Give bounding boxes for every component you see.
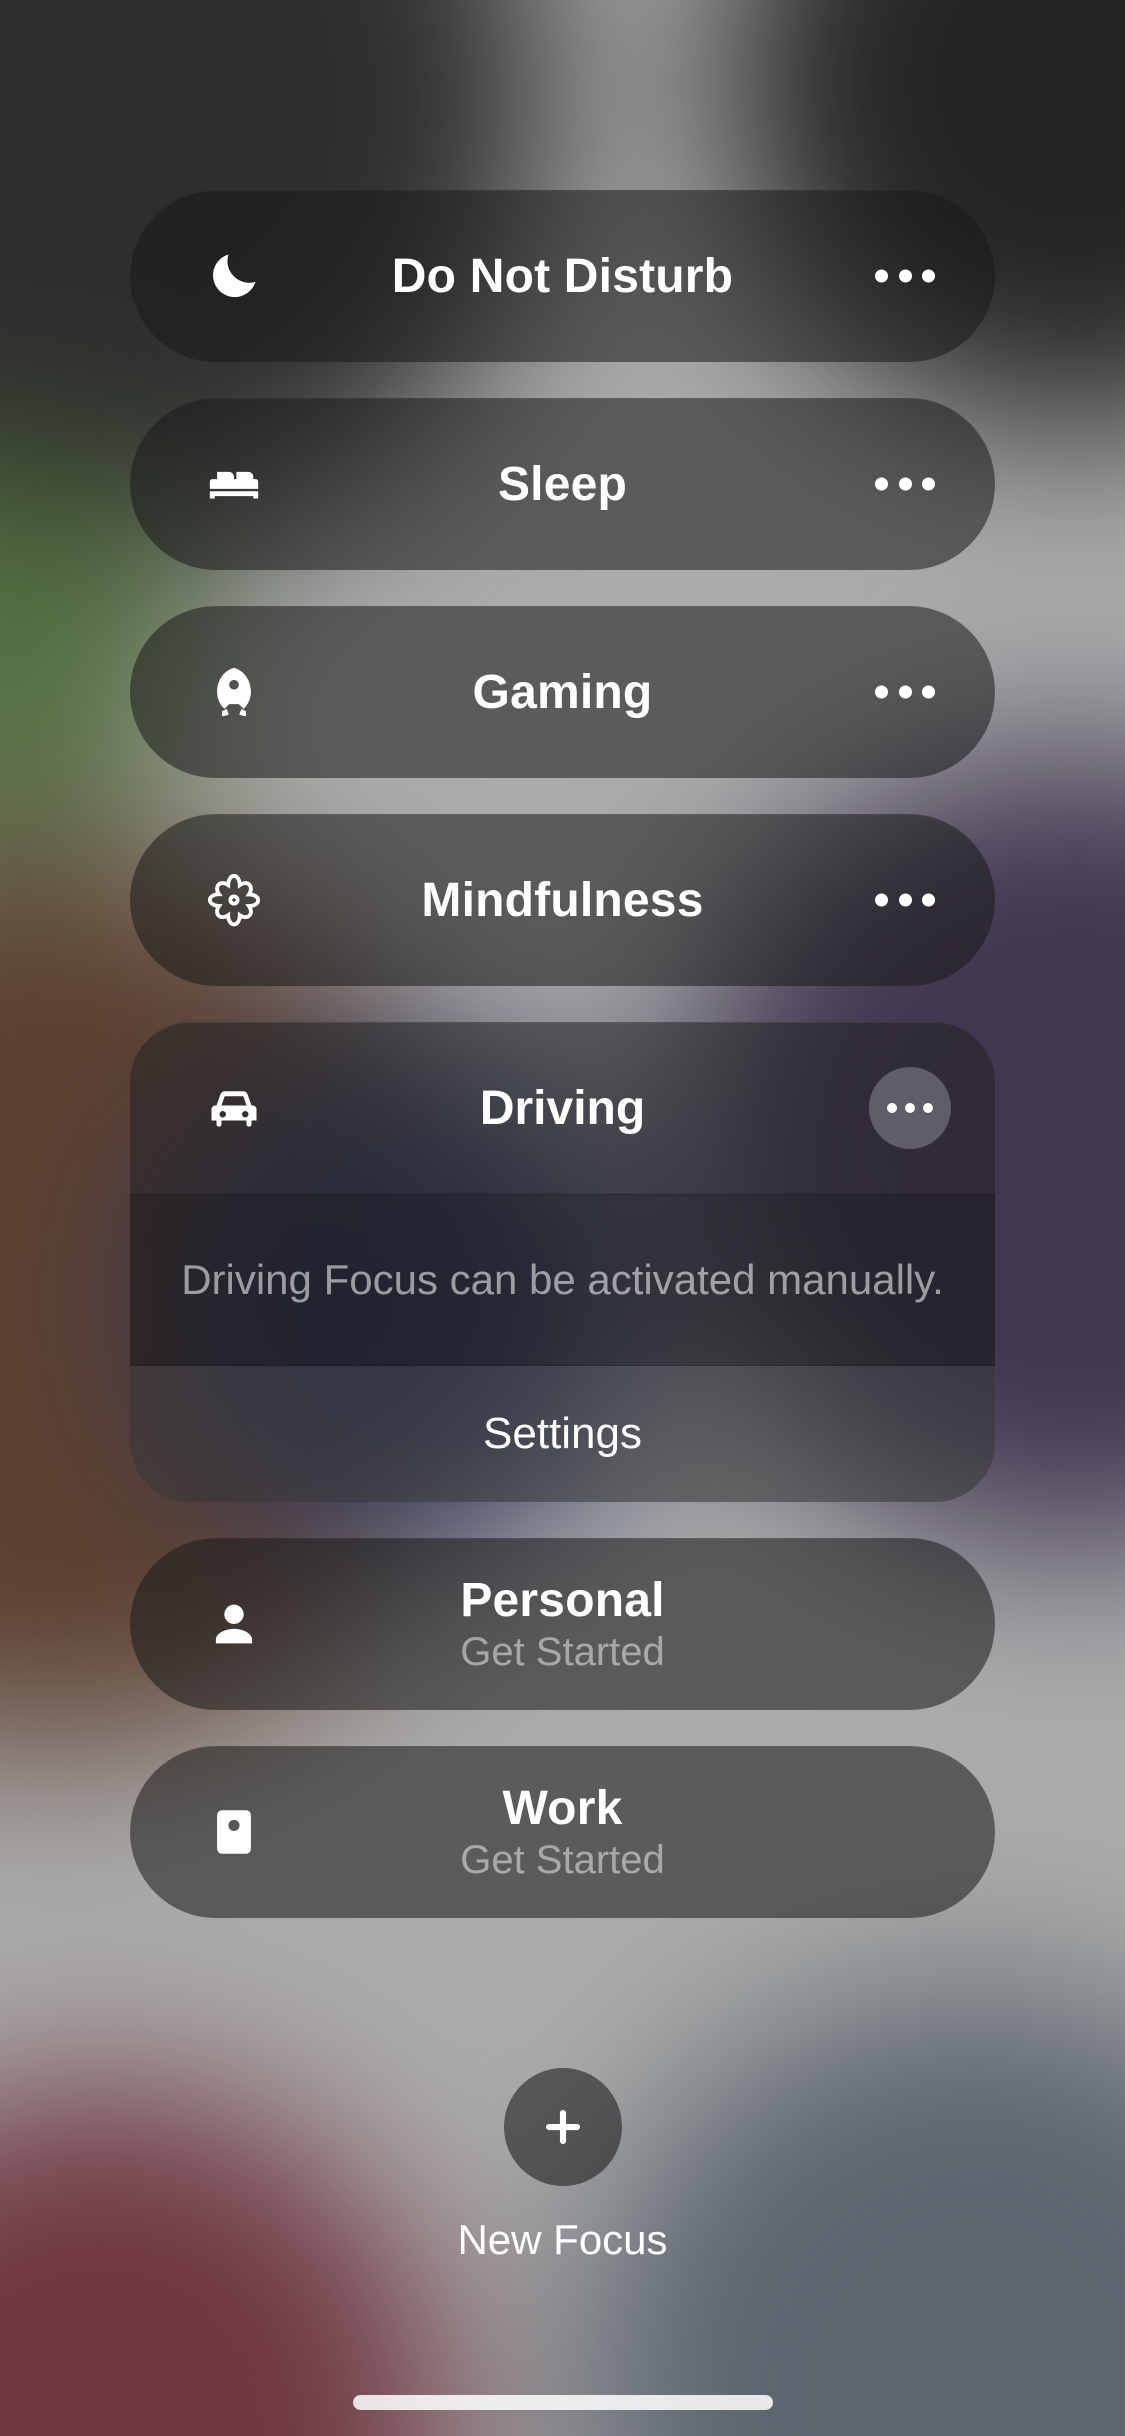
more-button[interactable] [875, 894, 935, 907]
focus-item-sleep[interactable]: Sleep [130, 398, 995, 570]
bed-icon [194, 444, 274, 524]
focus-item-gaming[interactable]: Gaming [130, 606, 995, 778]
footer: New Focus [0, 2068, 1125, 2264]
more-button[interactable] [875, 686, 935, 699]
plus-icon [542, 2106, 584, 2148]
focus-item-personal[interactable]: Personal Get Started [130, 1538, 995, 1710]
add-focus-label: New Focus [457, 2216, 667, 2264]
focus-item-driving-expanded: Driving Driving Focus can be activated m… [130, 1022, 995, 1502]
moon-icon [194, 236, 274, 316]
focus-item-mindfulness[interactable]: Mindfulness [130, 814, 995, 986]
driving-info-text: Driving Focus can be activated manually. [130, 1194, 995, 1366]
focus-list: Do Not Disturb Sleep Gaming Mindfulness … [0, 190, 1125, 1918]
home-indicator[interactable] [353, 2395, 773, 2410]
person-icon [194, 1584, 274, 1664]
more-button[interactable] [875, 478, 935, 491]
focus-label: Driving [130, 1081, 995, 1136]
badge-icon [194, 1792, 274, 1872]
focus-item-dnd[interactable]: Do Not Disturb [130, 190, 995, 362]
focus-item-driving[interactable]: Driving [130, 1022, 995, 1194]
flower-icon [194, 860, 274, 940]
more-button[interactable] [875, 270, 935, 283]
focus-item-work[interactable]: Work Get Started [130, 1746, 995, 1918]
add-focus-button[interactable] [504, 2068, 622, 2186]
more-button[interactable] [869, 1067, 951, 1149]
rocket-icon [194, 652, 274, 732]
settings-button[interactable]: Settings [130, 1366, 995, 1502]
